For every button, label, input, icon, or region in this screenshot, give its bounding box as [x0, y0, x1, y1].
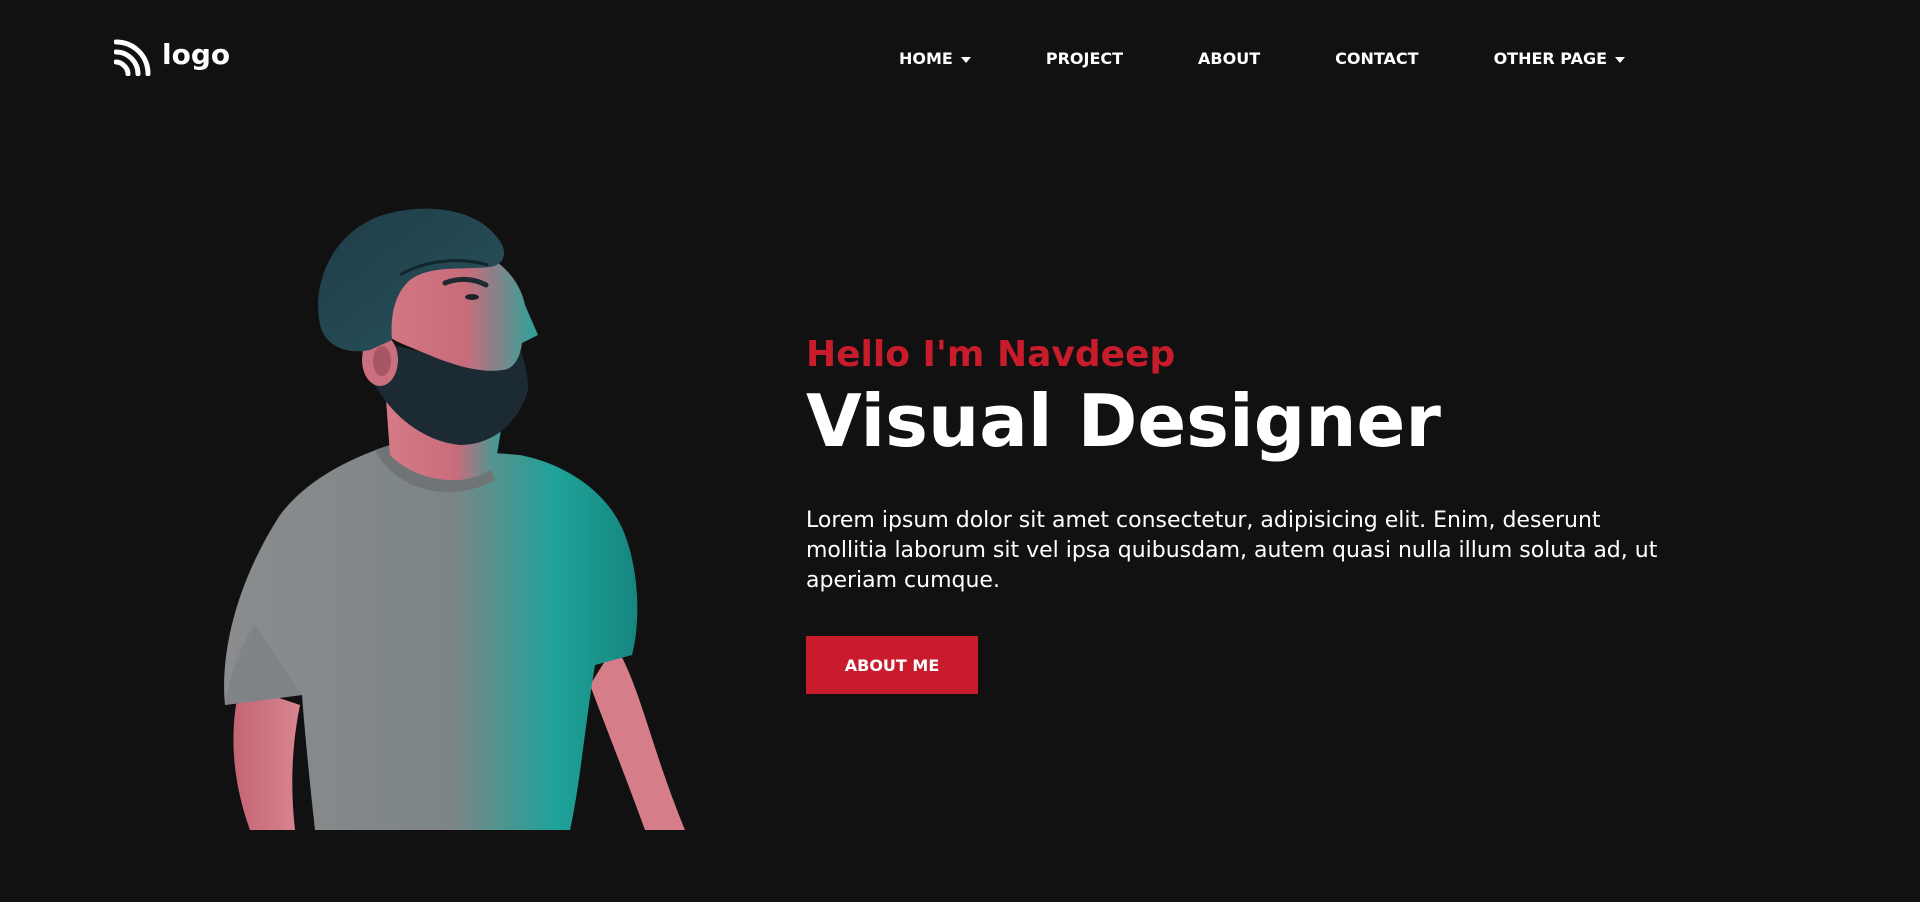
rss-wave-icon — [114, 39, 151, 76]
hero-description: Lorem ipsum dolor sit amet consectetur, … — [806, 508, 1658, 593]
site-header: logo HOME PROJECT ABOUT CONTACT OTHER PA… — [0, 0, 1920, 120]
hero-portrait-image — [220, 205, 690, 830]
nav-item-other-page[interactable]: OTHER PAGE — [1493, 48, 1626, 70]
nav-item-home[interactable]: HOME — [899, 48, 971, 70]
chevron-down-icon — [960, 56, 971, 63]
hero-section: Hello I'm Navdeep Visual Designer Lorem … — [806, 330, 1666, 694]
nav-item-label: ABOUT — [1198, 49, 1261, 68]
nav-item-about[interactable]: ABOUT — [1198, 48, 1260, 70]
nav-item-label: OTHER PAGE — [1493, 49, 1608, 68]
main-nav: HOME PROJECT ABOUT CONTACT OTHER PAGE — [899, 48, 1626, 70]
page: logo HOME PROJECT ABOUT CONTACT OTHER PA… — [0, 0, 1920, 902]
hero-greeting: Hello I'm Navdeep — [806, 334, 1176, 375]
nav-item-contact[interactable]: CONTACT — [1335, 48, 1418, 70]
nav-item-label: PROJECT — [1045, 49, 1124, 68]
logo-link[interactable]: logo — [114, 36, 230, 76]
nav-item-label: CONTACT — [1335, 49, 1419, 68]
nav-item-label: HOME — [899, 49, 953, 68]
chevron-down-icon — [1615, 56, 1626, 63]
about-me-button[interactable]: ABOUT ME — [806, 636, 978, 694]
portrait-illustration — [224, 208, 685, 830]
logo-text: logo — [162, 38, 231, 71]
hero-title: Visual Designer — [806, 379, 1441, 463]
nav-item-project[interactable]: PROJECT — [1046, 48, 1123, 70]
